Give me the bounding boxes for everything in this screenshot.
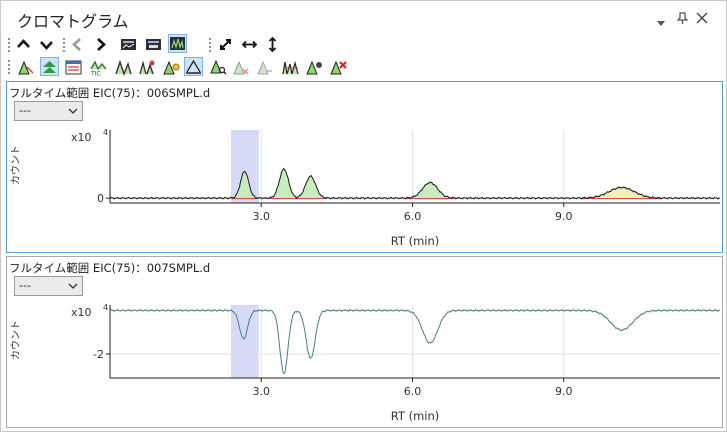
chromatogram-pane-1[interactable]: フルタイム範囲 EIC(75)：006SMPL.d --- カウント 3.0 6.… bbox=[6, 81, 723, 253]
title-bar: クロマトグラム bbox=[1, 1, 726, 35]
chromatogram-pane-2[interactable]: フルタイム範囲 EIC(75)：007SMPL.d --- カウント 3.0 6.… bbox=[6, 256, 723, 428]
expand-diagonal-icon[interactable] bbox=[216, 35, 235, 54]
x-tick-label: 9.0 bbox=[555, 385, 573, 398]
y-exponent: 4 bbox=[103, 128, 108, 137]
y-tick-label: -2 bbox=[93, 348, 104, 361]
arrow-down-icon[interactable] bbox=[37, 35, 56, 54]
peak-delete-icon[interactable] bbox=[329, 58, 348, 77]
peak-zoom-icon[interactable] bbox=[209, 58, 228, 77]
close-icon[interactable] bbox=[696, 12, 708, 27]
baseline-icon[interactable] bbox=[184, 57, 203, 76]
x-tick-label: 3.0 bbox=[252, 385, 270, 398]
x-axis-label: RT (min) bbox=[391, 234, 440, 248]
chromatogram-plot[interactable]: 3.0 6.0 9.0 0 x10 4 RT (min) bbox=[7, 82, 722, 252]
y-multiplier: x10 bbox=[71, 131, 92, 144]
peak-label-icon[interactable] bbox=[162, 58, 181, 77]
x-tick-label: 6.0 bbox=[404, 210, 422, 223]
peak-integrate-icon[interactable] bbox=[17, 58, 36, 77]
peak-fill bbox=[269, 168, 299, 199]
toolbar-grip-2[interactable] bbox=[208, 37, 212, 53]
chromatogram-window: クロマトグラム TIC フルタイム範囲 EIC(75)：006SMPL.d --… bbox=[0, 0, 727, 432]
overlay-icon[interactable] bbox=[144, 35, 163, 54]
split-pane-icon[interactable] bbox=[168, 34, 187, 53]
x-axis-label: RT (min) bbox=[391, 409, 440, 423]
smooth-icon[interactable] bbox=[114, 58, 133, 77]
window-title: クロマトグラム bbox=[17, 12, 129, 31]
chromatogram-trace bbox=[109, 308, 721, 375]
x-tick-label: 6.0 bbox=[404, 385, 422, 398]
toolbar-separator bbox=[62, 37, 66, 53]
peak-split-icon[interactable] bbox=[40, 57, 59, 76]
arrow-up-icon[interactable] bbox=[14, 35, 33, 54]
svg-text:TIC: TIC bbox=[90, 71, 101, 77]
toolbar-grip-3[interactable] bbox=[7, 59, 11, 75]
expand-horizontal-icon[interactable] bbox=[240, 35, 259, 54]
list-table-icon[interactable] bbox=[64, 58, 83, 77]
pin-icon[interactable] bbox=[676, 12, 689, 28]
arrow-left-icon[interactable] bbox=[68, 35, 87, 54]
x-tick-label: 9.0 bbox=[555, 210, 573, 223]
rt-highlight-band bbox=[230, 305, 259, 378]
dropdown-arrow-icon[interactable] bbox=[657, 16, 665, 30]
peak-hide-icon[interactable] bbox=[232, 58, 251, 77]
chromatogram-plot[interactable]: 3.0 6.0 9.0 -2 x10 4 RT (min) bbox=[7, 257, 722, 427]
peak-sync-icon[interactable] bbox=[305, 58, 324, 77]
tic-icon[interactable]: TIC bbox=[89, 58, 108, 77]
expand-vertical-icon[interactable] bbox=[263, 35, 282, 54]
peak-gray-icon[interactable] bbox=[256, 58, 275, 77]
noise-icon[interactable] bbox=[281, 58, 300, 77]
y-tick-label: 0 bbox=[97, 192, 104, 205]
spectrum-icon[interactable] bbox=[138, 58, 157, 77]
toolbar-grip[interactable] bbox=[7, 37, 11, 53]
auto-scale-icon[interactable] bbox=[119, 35, 138, 54]
y-exponent: 4 bbox=[103, 303, 108, 312]
y-multiplier: x10 bbox=[71, 306, 92, 319]
arrow-right-icon[interactable] bbox=[91, 35, 110, 54]
x-tick-label: 3.0 bbox=[252, 210, 270, 223]
